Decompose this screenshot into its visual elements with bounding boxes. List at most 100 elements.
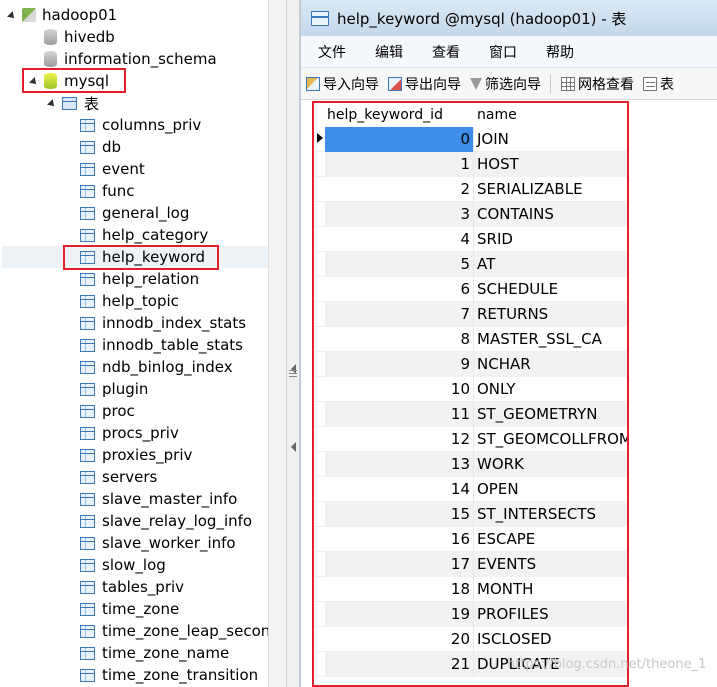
- tree-connection-hadoop01[interactable]: hadoop01: [7, 4, 117, 26]
- cell-name[interactable]: EVENTS: [474, 551, 628, 577]
- form-view-button[interactable]: 表: [643, 74, 674, 94]
- cell-help-keyword-id[interactable]: 0: [325, 126, 474, 152]
- menu-window[interactable]: 窗口: [489, 42, 517, 62]
- row-selector[interactable]: [315, 577, 325, 602]
- grid-view-button[interactable]: 网格查看: [561, 74, 634, 94]
- row-selector[interactable]: [315, 627, 325, 652]
- table-row[interactable]: 15 ST_INTERSECTS: [315, 501, 628, 527]
- cell-help-keyword-id[interactable]: 8: [325, 326, 474, 352]
- cell-name[interactable]: MASTER_SSL_CA: [474, 327, 628, 352]
- cell-name[interactable]: ONLY: [474, 377, 628, 402]
- row-selector[interactable]: [315, 652, 325, 677]
- table-row[interactable]: 16 ESCAPE: [315, 526, 628, 552]
- table-row[interactable]: 7 RETURNS: [315, 301, 628, 327]
- filter-wizard-button[interactable]: 筛选向导: [470, 74, 541, 94]
- table-row[interactable]: 10 ONLY: [315, 376, 628, 402]
- tree-table-plugin[interactable]: plugin: [80, 378, 148, 400]
- tree-table-procs-priv[interactable]: procs_priv: [80, 422, 179, 444]
- row-selector[interactable]: [315, 327, 325, 352]
- cell-name[interactable]: ST_INTERSECTS: [474, 501, 628, 527]
- cell-help-keyword-id[interactable]: 18: [325, 576, 474, 602]
- cell-name[interactable]: MONTH: [474, 577, 628, 602]
- row-selector[interactable]: [315, 602, 325, 627]
- panel-splitter[interactable]: [286, 0, 300, 687]
- row-selector[interactable]: [315, 427, 325, 452]
- cell-name[interactable]: JOIN: [474, 127, 628, 152]
- tree-table-proc[interactable]: proc: [80, 400, 135, 422]
- cell-name[interactable]: PROFILES: [474, 601, 628, 627]
- cell-help-keyword-id[interactable]: 1: [325, 151, 474, 177]
- tree-table-time-zone-transition[interactable]: time_zone_transition: [80, 664, 258, 686]
- table-row[interactable]: 1 HOST: [315, 151, 628, 177]
- cell-name[interactable]: OPEN: [474, 477, 628, 502]
- table-row[interactable]: 4 SRID: [315, 226, 628, 252]
- cell-help-keyword-id[interactable]: 15: [325, 501, 474, 527]
- tree-table-ndb-binlog-index[interactable]: ndb_binlog_index: [80, 356, 233, 378]
- table-row[interactable]: 3 CONTAINS: [315, 201, 628, 227]
- tree-table-general-log[interactable]: general_log: [80, 202, 189, 224]
- expand-arrow-icon[interactable]: [47, 99, 57, 109]
- cell-help-keyword-id[interactable]: 19: [325, 601, 474, 627]
- tree-table-servers[interactable]: servers: [80, 466, 157, 488]
- cell-name[interactable]: WORK: [474, 451, 628, 477]
- tree-table-innodb-table-stats[interactable]: innodb_table_stats: [80, 334, 243, 356]
- table-row[interactable]: 13 WORK: [315, 451, 628, 477]
- tree-table-proxies-priv[interactable]: proxies_priv: [80, 444, 192, 466]
- row-selector[interactable]: [315, 502, 325, 527]
- cell-name[interactable]: HOST: [474, 151, 628, 177]
- table-row[interactable]: 20 ISCLOSED: [315, 626, 628, 652]
- table-row[interactable]: 12 ST_GEOMCOLLFROM: [315, 426, 628, 452]
- row-selector[interactable]: [315, 477, 325, 502]
- tree-table-tables-priv[interactable]: tables_priv: [80, 576, 184, 598]
- table-row[interactable]: 9 NCHAR: [315, 351, 628, 377]
- row-selector[interactable]: [315, 277, 325, 302]
- cell-name[interactable]: SERIALIZABLE: [474, 177, 628, 202]
- tree-table-time-zone-leap-second[interactable]: time_zone_leap_second: [80, 620, 280, 642]
- cell-help-keyword-id[interactable]: 10: [325, 376, 474, 402]
- row-selector[interactable]: [315, 202, 325, 227]
- cell-name[interactable]: SCHEDULE: [474, 277, 628, 302]
- menu-view[interactable]: 查看: [432, 42, 460, 62]
- tree-table-event[interactable]: event: [80, 158, 145, 180]
- cell-name[interactable]: NCHAR: [474, 351, 628, 377]
- tree-table-help-category[interactable]: help_category: [80, 224, 208, 246]
- cell-name[interactable]: ESCAPE: [474, 527, 628, 552]
- cell-name[interactable]: CONTAINS: [474, 201, 628, 227]
- table-row[interactable]: 0 JOIN: [315, 126, 628, 152]
- cell-help-keyword-id[interactable]: 2: [325, 176, 474, 202]
- tree-table-help-keyword[interactable]: help_keyword: [2, 246, 268, 268]
- row-selector[interactable]: [315, 527, 325, 552]
- row-selector[interactable]: [315, 352, 325, 377]
- tree-table-columns-priv[interactable]: columns_priv: [80, 114, 201, 136]
- tree-table-help-relation[interactable]: help_relation: [80, 268, 199, 290]
- row-selector[interactable]: [315, 177, 325, 202]
- tree-table-db[interactable]: db: [80, 136, 121, 158]
- table-row[interactable]: 18 MONTH: [315, 576, 628, 602]
- table-row[interactable]: 8 MASTER_SSL_CA: [315, 326, 628, 352]
- collapse-left-icon[interactable]: [291, 442, 296, 452]
- row-selector[interactable]: [315, 402, 325, 427]
- cell-name[interactable]: RETURNS: [474, 301, 628, 327]
- tree-table-help-topic[interactable]: help_topic: [80, 290, 179, 312]
- cell-help-keyword-id[interactable]: 11: [325, 401, 474, 427]
- row-selector[interactable]: [315, 552, 325, 577]
- column-header-help-keyword-id[interactable]: help_keyword_id: [315, 107, 474, 123]
- row-selector[interactable]: [315, 152, 325, 177]
- cell-help-keyword-id[interactable]: 16: [325, 526, 474, 552]
- cell-help-keyword-id[interactable]: 20: [325, 626, 474, 652]
- cell-help-keyword-id[interactable]: 4: [325, 226, 474, 252]
- tree-scrollbar[interactable]: [268, 0, 286, 687]
- cell-name[interactable]: ISCLOSED: [474, 627, 628, 652]
- table-row[interactable]: 19 PROFILES: [315, 601, 628, 627]
- import-wizard-button[interactable]: 导入向导: [306, 74, 379, 94]
- tree-table-slow-log[interactable]: slow_log: [80, 554, 166, 576]
- tree-tables-folder[interactable]: 表: [47, 92, 99, 114]
- table-row[interactable]: 17 EVENTS: [315, 551, 628, 577]
- export-wizard-button[interactable]: 导出向导: [388, 74, 461, 94]
- row-selector[interactable]: [315, 302, 325, 327]
- column-header-name[interactable]: name: [474, 107, 624, 123]
- cell-help-keyword-id[interactable]: 14: [325, 476, 474, 502]
- row-selector[interactable]: [315, 377, 325, 402]
- table-row[interactable]: 14 OPEN: [315, 476, 628, 502]
- table-row[interactable]: 5 AT: [315, 251, 628, 277]
